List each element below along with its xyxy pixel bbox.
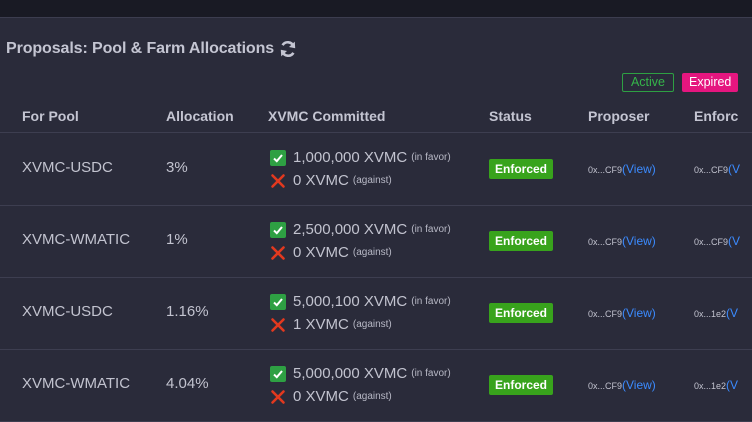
against-label: (against) (352, 391, 392, 402)
favor-line: 5,000,100 XVMC (in favor) (270, 290, 451, 313)
against-line: 1 XVMC (against) (270, 313, 451, 336)
table-row: XVMC-USDC 3% 1,000,000 XVMC (in favor) 0… (0, 133, 752, 206)
proposer-address: 0x...CF9 (588, 165, 623, 175)
committed-votes: 2,500,000 XVMC (in favor) 0 XVMC (agains… (270, 218, 451, 264)
allocation-value: 1.16% (166, 303, 209, 320)
proposer-cell: 0x...CF9(View) (588, 162, 656, 176)
column-header-committed: XVMC Committed (268, 108, 386, 124)
expired-filter-button[interactable]: Expired (682, 73, 738, 92)
refresh-icon[interactable] (278, 39, 298, 59)
proposer-view-link[interactable]: (View) (622, 378, 656, 392)
column-header-proposer: Proposer (588, 108, 650, 124)
check-icon (270, 365, 286, 382)
status-badge: Enforced (489, 375, 553, 395)
pool-name: XVMC-USDC (22, 159, 113, 176)
proposer-view-link[interactable]: (View) (622, 162, 656, 176)
enforcer-address: 0x...CF9 (694, 237, 729, 247)
enforcer-cell: 0x...CF9(V (694, 162, 740, 176)
favor-label: (in favor) (411, 296, 451, 307)
enforcer-cell: 0x...1e2(V (694, 378, 738, 392)
proposer-cell: 0x...CF9(View) (588, 306, 656, 320)
column-header-status: Status (489, 108, 532, 124)
allocation-value: 3% (166, 159, 188, 176)
favor-amount: 5,000,000 XVMC (293, 365, 408, 382)
enforcer-view-link[interactable]: (V (728, 162, 740, 176)
pool-name: XVMC-WMATIC (22, 231, 131, 248)
status-badge: Enforced (489, 231, 553, 251)
cross-icon (270, 389, 286, 405)
proposer-address: 0x...CF9 (588, 381, 623, 391)
column-header-allocation: Allocation (166, 108, 234, 124)
against-line: 0 XVMC (against) (270, 169, 451, 192)
against-amount: 0 XVMC (293, 172, 349, 189)
against-amount: 1 XVMC (293, 316, 349, 333)
proposer-address: 0x...CF9 (588, 237, 623, 247)
active-filter-button[interactable]: Active (622, 73, 674, 92)
enforcer-view-link[interactable]: (V (726, 378, 738, 392)
enforcer-cell: 0x...1e2(V (694, 306, 738, 320)
proposer-address: 0x...CF9 (588, 309, 623, 319)
pool-name: XVMC-WMATIC (22, 375, 131, 392)
against-line: 0 XVMC (against) (270, 385, 451, 408)
against-label: (against) (352, 247, 392, 258)
table-row: XVMC-WMATIC 1% 2,500,000 XVMC (in favor)… (0, 205, 752, 278)
against-amount: 0 XVMC (293, 388, 349, 405)
status-badge: Enforced (489, 159, 553, 179)
favor-label: (in favor) (411, 224, 451, 235)
favor-label: (in favor) (411, 152, 451, 163)
committed-votes: 5,000,100 XVMC (in favor) 1 XVMC (agains… (270, 290, 451, 336)
allocation-value: 1% (166, 231, 188, 248)
against-line: 0 XVMC (against) (270, 241, 451, 264)
table-header: For Pool Allocation XVMC Committed Statu… (0, 100, 752, 133)
favor-line: 1,000,000 XVMC (in favor) (270, 146, 451, 169)
check-icon (270, 149, 286, 166)
against-amount: 0 XVMC (293, 244, 349, 261)
page-title: Proposals: Pool & Farm Allocations (6, 40, 275, 57)
cross-icon (270, 317, 286, 333)
enforcer-address: 0x...1e2 (694, 309, 727, 319)
proposer-cell: 0x...CF9(View) (588, 234, 656, 248)
favor-amount: 5,000,100 XVMC (293, 293, 408, 310)
favor-label: (in favor) (411, 368, 451, 379)
table-row: XVMC-USDC 1.16% 5,000,100 XVMC (in favor… (0, 277, 752, 350)
section-header: Proposals: Pool & Farm Allocations (6, 38, 298, 60)
enforcer-view-link[interactable]: (V (728, 234, 740, 248)
pool-name: XVMC-USDC (22, 303, 113, 320)
check-icon (270, 293, 286, 310)
cross-icon (270, 245, 286, 261)
favor-amount: 2,500,000 XVMC (293, 221, 408, 238)
check-icon (270, 221, 286, 238)
enforcer-view-link[interactable]: (V (726, 306, 738, 320)
table-row: XVMC-WMATIC 4.04% 5,000,000 XVMC (in fav… (0, 349, 752, 422)
committed-votes: 1,000,000 XVMC (in favor) 0 XVMC (agains… (270, 146, 451, 192)
allocation-value: 4.04% (166, 375, 209, 392)
enforcer-address: 0x...CF9 (694, 165, 729, 175)
cross-icon (270, 173, 286, 189)
proposer-cell: 0x...CF9(View) (588, 378, 656, 392)
enforcer-address: 0x...1e2 (694, 381, 727, 391)
favor-line: 5,000,000 XVMC (in favor) (270, 362, 451, 385)
column-header-enforcer: Enforc (694, 108, 739, 124)
top-nav-bar (0, 0, 752, 18)
favor-amount: 1,000,000 XVMC (293, 149, 408, 166)
committed-votes: 5,000,000 XVMC (in favor) 0 XVMC (agains… (270, 362, 451, 408)
against-label: (against) (352, 175, 392, 186)
enforcer-cell: 0x...CF9(V (694, 234, 740, 248)
column-header-pool: For Pool (22, 108, 79, 124)
status-badge: Enforced (489, 303, 553, 323)
proposer-view-link[interactable]: (View) (622, 306, 656, 320)
proposer-view-link[interactable]: (View) (622, 234, 656, 248)
against-label: (against) (352, 319, 392, 330)
favor-line: 2,500,000 XVMC (in favor) (270, 218, 451, 241)
